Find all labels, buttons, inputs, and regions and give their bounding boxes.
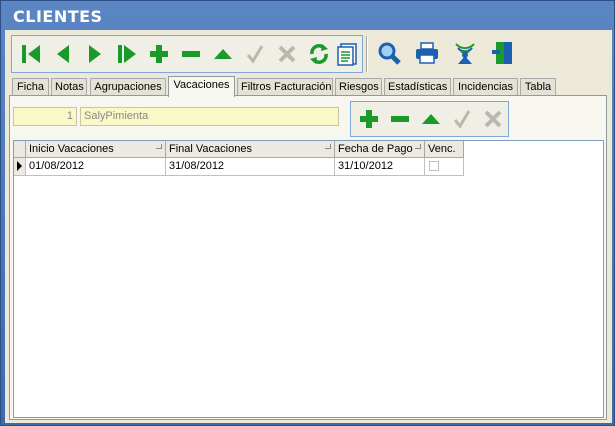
grid-up-button[interactable] (416, 104, 446, 134)
row-indicator[interactable] (14, 158, 26, 176)
up-button[interactable] (208, 39, 238, 69)
confirm-button[interactable] (240, 39, 270, 69)
grid-toolbar (350, 101, 509, 137)
x-icon (484, 110, 502, 128)
window-client-area: Ficha Notas Agrupaciones Vacaciones Filt… (5, 30, 612, 423)
x-icon (278, 45, 296, 63)
column-header-pago[interactable]: Fecha de Pago (335, 141, 425, 158)
vacaciones-panel: 1 SalyPimienta Inicio Vacaciones Final V… (9, 95, 607, 420)
filter-icon[interactable] (415, 144, 421, 149)
tab-filtros-facturacion[interactable]: Filtros Facturación (237, 78, 333, 96)
cancel-button[interactable] (272, 39, 302, 69)
next-record-button[interactable] (80, 39, 110, 69)
main-toolbar (11, 35, 363, 73)
grid-add-button[interactable] (354, 104, 384, 134)
column-header-label: Final Vacaciones (169, 143, 252, 155)
cell-inicio[interactable]: 01/08/2012 (26, 158, 166, 176)
print-button[interactable] (412, 38, 442, 68)
window-title: CLIENTES (13, 7, 103, 26)
tab-vacaciones[interactable]: Vacaciones (168, 76, 235, 97)
triangle-up-icon (214, 49, 232, 59)
refresh-icon (310, 44, 328, 64)
exit-button[interactable] (488, 38, 518, 68)
grid-cancel-button[interactable] (478, 104, 508, 134)
minus-icon (182, 51, 200, 57)
exit-door-icon (492, 42, 512, 64)
check-icon (453, 110, 471, 129)
previous-record-button[interactable] (48, 39, 78, 69)
list-button[interactable] (332, 39, 362, 69)
previous-icon (57, 45, 69, 63)
broadcast-icon (455, 43, 475, 64)
row-indicator-header (14, 141, 26, 158)
document-list-icon (337, 43, 357, 66)
clientes-window: CLIENTES Ficha Notas Agrupaciones Vacaci… (0, 0, 615, 426)
first-icon (22, 45, 40, 63)
refresh-button[interactable] (304, 39, 334, 69)
client-id-field[interactable]: 1 (13, 107, 77, 126)
search-icon (378, 42, 401, 65)
broadcast-button[interactable] (450, 38, 480, 68)
tab-incidencias[interactable]: Incidencias (453, 78, 518, 96)
tab-notas[interactable]: Notas (51, 78, 87, 96)
tab-estadisticas[interactable]: Estadísticas (384, 78, 451, 96)
filter-icon[interactable] (156, 144, 162, 149)
column-header-inicio[interactable]: Inicio Vacaciones (26, 141, 166, 158)
next-icon (89, 45, 101, 63)
column-header-label: Venc. (428, 143, 456, 155)
triangle-up-icon (422, 114, 440, 124)
column-header-label: Inicio Vacaciones (29, 143, 114, 155)
cell-final[interactable]: 31/08/2012 (166, 158, 335, 176)
tab-agrupaciones[interactable]: Agrupaciones (90, 78, 166, 96)
minus-icon (391, 116, 409, 122)
printer-icon (416, 42, 438, 64)
current-row-arrow-icon (17, 161, 22, 171)
venc-checkbox[interactable] (429, 161, 439, 171)
add-button[interactable] (144, 39, 174, 69)
column-header-final[interactable]: Final Vacaciones (166, 141, 335, 158)
search-button[interactable] (374, 38, 404, 68)
grid-confirm-button[interactable] (447, 104, 477, 134)
last-icon (118, 45, 136, 63)
tab-riesgos[interactable]: Riesgos (335, 78, 382, 96)
toolbar-separator (366, 36, 368, 72)
check-icon (246, 45, 264, 64)
vacaciones-grid[interactable]: Inicio Vacaciones Final Vacaciones Fecha… (13, 140, 604, 418)
column-header-venc[interactable]: Venc. (425, 141, 464, 158)
grid-delete-button[interactable] (385, 104, 415, 134)
cell-pago[interactable]: 31/10/2012 (335, 158, 425, 176)
delete-button[interactable] (176, 39, 206, 69)
last-record-button[interactable] (112, 39, 142, 69)
tab-ficha[interactable]: Ficha (12, 78, 49, 96)
plus-icon (150, 45, 168, 63)
column-header-label: Fecha de Pago (338, 143, 413, 155)
client-name-field[interactable]: SalyPimienta (80, 107, 339, 126)
filter-icon[interactable] (325, 144, 331, 149)
tab-tabla[interactable]: Tabla (520, 78, 556, 96)
first-record-button[interactable] (16, 39, 46, 69)
cell-venc[interactable] (425, 158, 464, 176)
plus-icon (360, 110, 378, 128)
secondary-toolbar (370, 35, 530, 73)
